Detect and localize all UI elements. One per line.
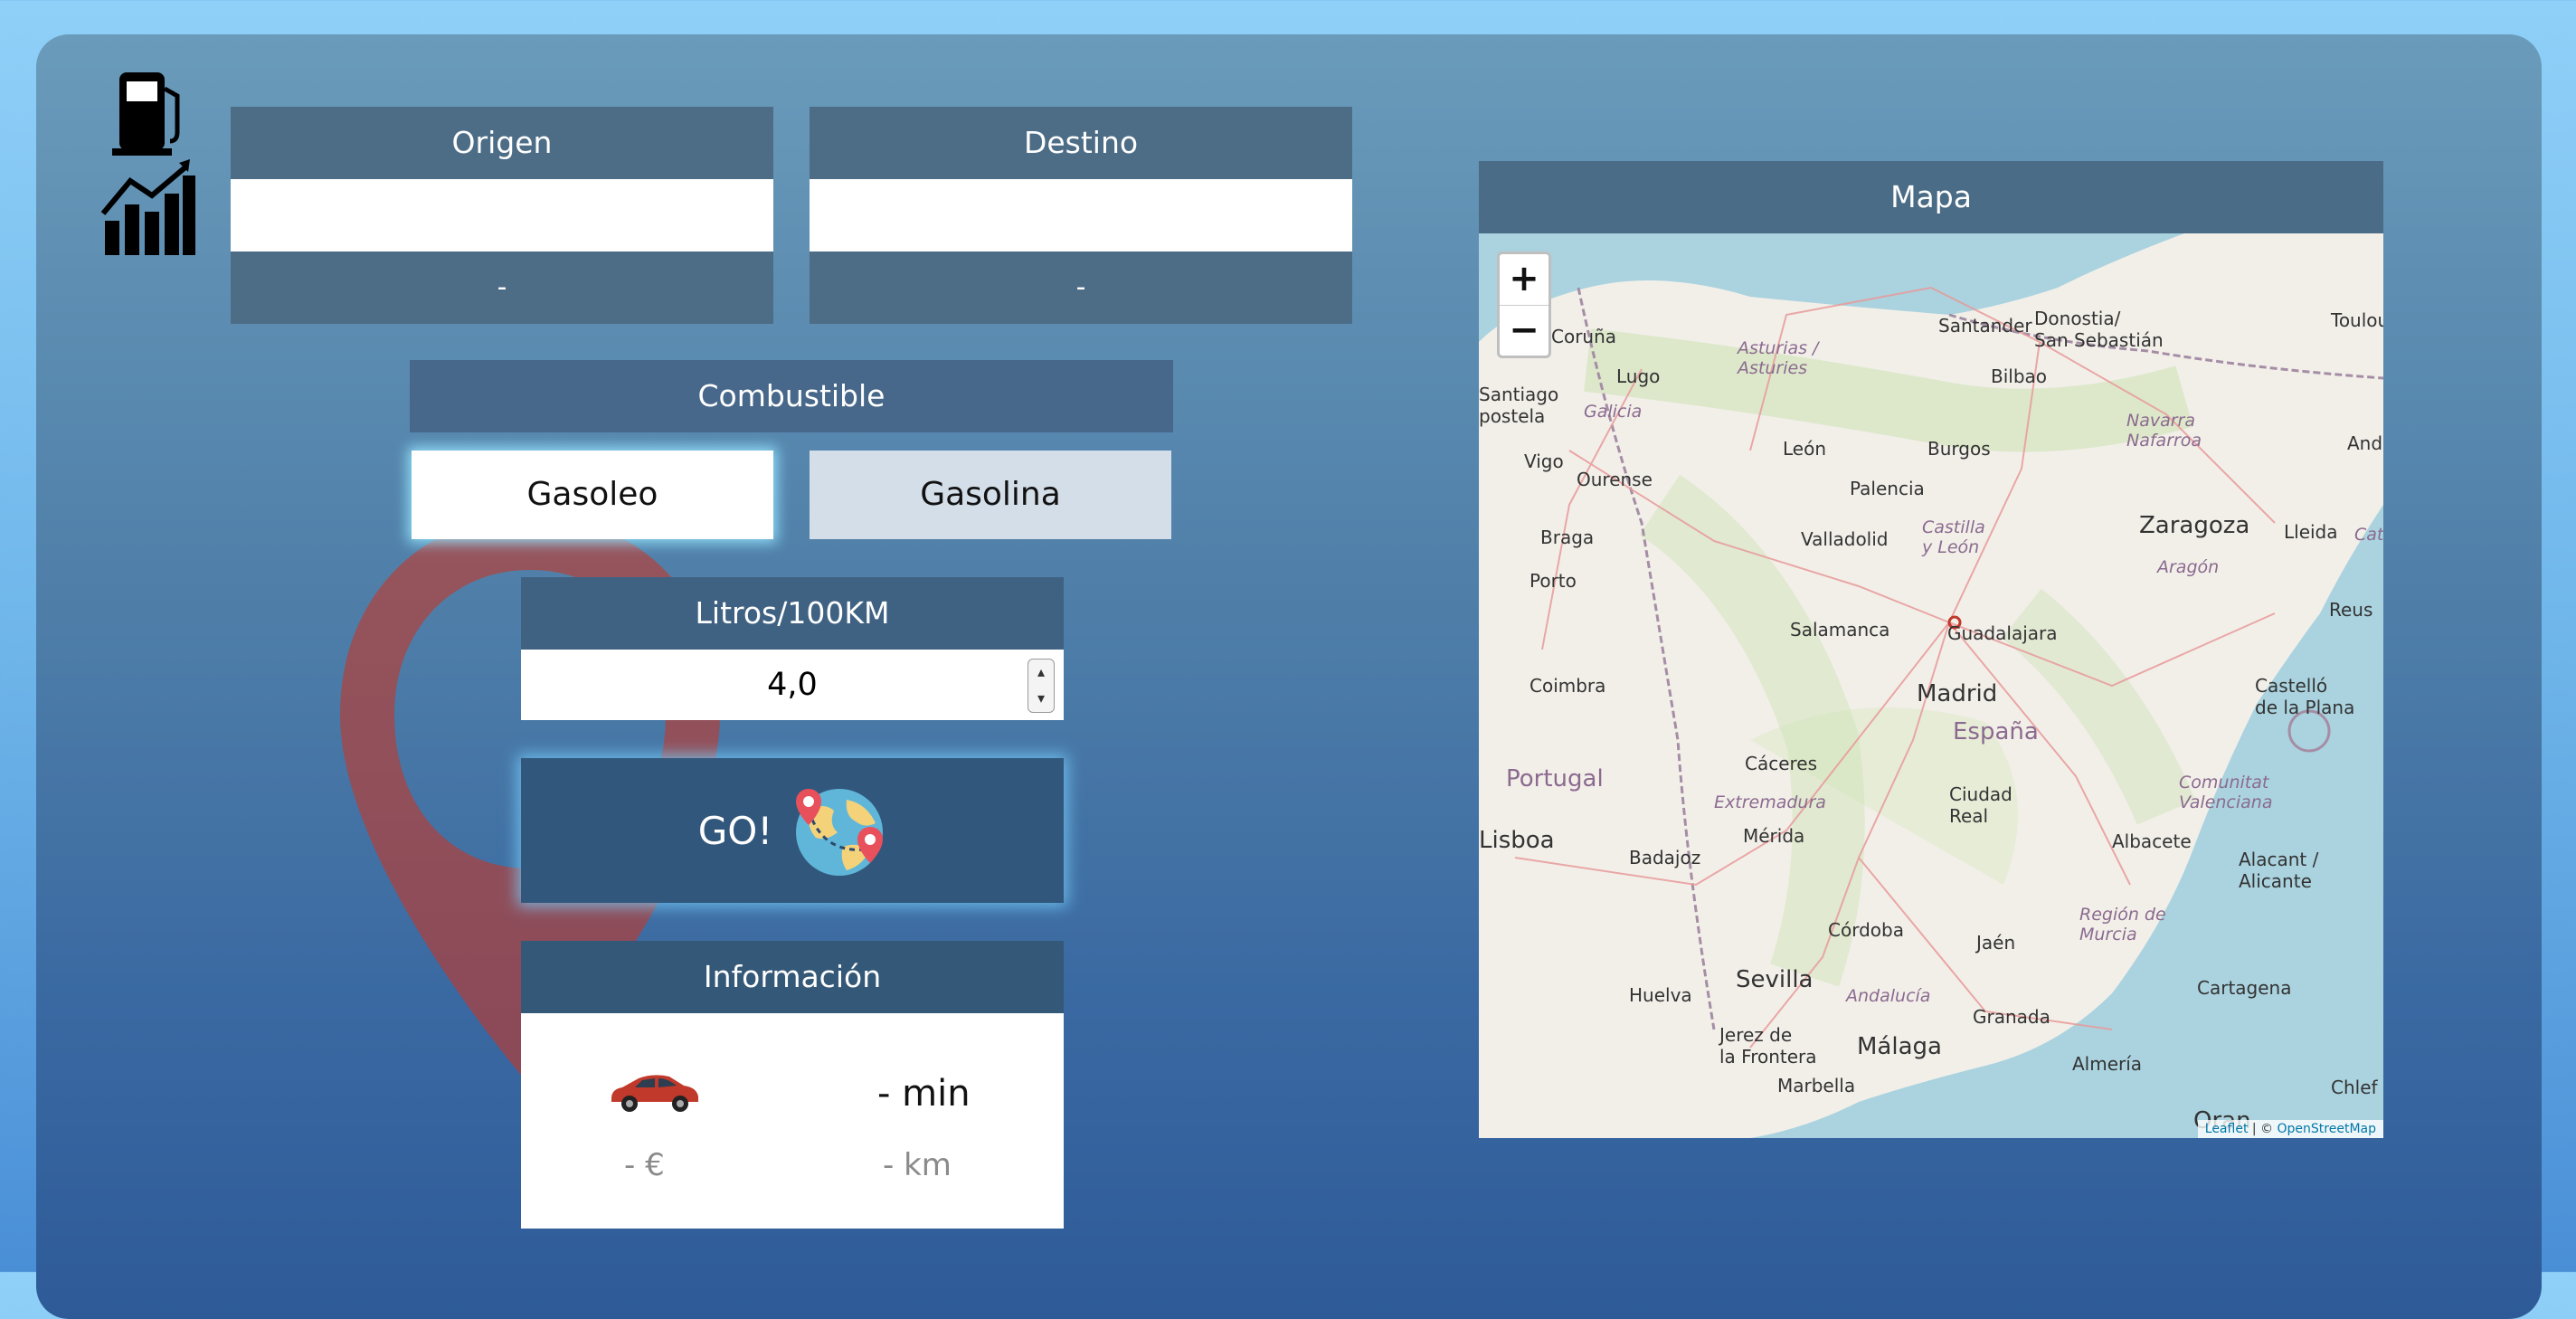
map-label: Palencia xyxy=(1850,478,1925,499)
map-label: Albacete xyxy=(2112,830,2192,852)
map-label: Zaragoza xyxy=(2139,512,2250,539)
map-label: Bilbao xyxy=(1991,365,2048,387)
map-label: Almería xyxy=(2072,1053,2143,1075)
map-label: Vigo xyxy=(1524,451,1564,472)
map-label: Asturias / Asturies xyxy=(1738,338,1819,378)
osm-link[interactable]: OpenStreetMap xyxy=(2278,1122,2376,1136)
map-label: Castelló de la Plana xyxy=(2255,675,2355,718)
zoom-control: + − xyxy=(1497,251,1551,358)
fuel-title: Combustible xyxy=(410,360,1173,432)
go-button-label: GO! xyxy=(697,808,773,853)
info-time: - min xyxy=(877,1073,971,1115)
map-label: España xyxy=(1953,718,2039,745)
map-label: Cartagena xyxy=(2197,977,2292,999)
map-label: Lleida xyxy=(2284,521,2338,543)
info-panel: Información - min - € - km xyxy=(521,941,1064,1229)
consumption-input[interactable]: 4,0 ▴ ▾ xyxy=(521,650,1064,720)
info-title: Información xyxy=(521,941,1064,1013)
map-label: Granada xyxy=(1973,1006,2050,1028)
leaflet-link[interactable]: Leaflet xyxy=(2205,1122,2249,1136)
map-label: Valladolid xyxy=(1801,528,1889,550)
map-label: Lisboa xyxy=(1479,827,1555,854)
map-label: Andalucía xyxy=(1846,986,1931,1006)
map-label: Málaga xyxy=(1857,1033,1942,1060)
fuel-panel: Combustible xyxy=(410,360,1173,432)
map-label: Reus xyxy=(2329,599,2373,621)
map-label: Castilla y León xyxy=(1922,517,1985,557)
map-label: Galicia xyxy=(1584,402,1643,422)
fuel-pump-icon xyxy=(100,72,195,255)
map-label: Ourense xyxy=(1577,469,1653,490)
map-label: Ciudad Real xyxy=(1949,783,2012,827)
map-label: Córdoba xyxy=(1828,919,1904,941)
destination-input[interactable] xyxy=(810,179,1352,251)
map-label: Huelva xyxy=(1629,984,1692,1006)
map-label: Salamanca xyxy=(1790,619,1890,641)
map-view[interactable]: Toulouse Santander Donostia/ San Sebasti… xyxy=(1479,233,2383,1138)
go-button[interactable]: GO! xyxy=(521,758,1064,903)
origin-panel: Origen - xyxy=(231,107,773,324)
map-label: Toulouse xyxy=(2331,309,2383,331)
info-distance: - km xyxy=(883,1147,952,1183)
map-label: Madrid xyxy=(1917,680,1998,707)
attribution-separator: | © xyxy=(2248,1122,2278,1136)
map-label: Jaén xyxy=(1976,932,2016,954)
map-label: Cata xyxy=(2354,525,2383,545)
map-label: Mérida xyxy=(1743,825,1805,847)
map-title: Mapa xyxy=(1479,161,2383,233)
map-attribution: Leaflet | © OpenStreetMap xyxy=(2197,1120,2383,1138)
map-label: Marbella xyxy=(1777,1075,1856,1096)
zoom-out-button[interactable]: − xyxy=(1500,306,1548,356)
stepper-up-icon[interactable]: ▴ xyxy=(1028,660,1054,686)
map-label: Coimbra xyxy=(1530,675,1606,697)
map-label: Sevilla xyxy=(1736,966,1814,993)
consumption-panel: Litros/100KM 4,0 ▴ ▾ xyxy=(521,577,1064,720)
map-label: Cáceres xyxy=(1745,753,1818,774)
origin-input[interactable] xyxy=(231,179,773,251)
map-label: Coruña xyxy=(1551,326,1617,347)
map-label: León xyxy=(1783,438,1827,460)
destination-result: - xyxy=(810,251,1352,324)
map-label: Portugal xyxy=(1506,765,1604,792)
map-label: Burgos xyxy=(1927,438,1991,460)
map-label: Donostia/ San Sebastián xyxy=(2034,308,2164,351)
origin-result: - xyxy=(231,251,773,324)
stepper-down-icon[interactable]: ▾ xyxy=(1028,686,1054,712)
map-label: Braga xyxy=(1540,527,1595,548)
destination-title: Destino xyxy=(810,107,1352,179)
map-label: Santander xyxy=(1938,315,2032,337)
map-label: Aragón xyxy=(2157,557,2220,577)
info-body: - min - € - km xyxy=(521,1013,1064,1229)
map-label: And xyxy=(2347,432,2383,454)
map-label: Alacant / Alicante xyxy=(2239,849,2319,892)
consumption-title: Litros/100KM xyxy=(521,577,1064,650)
fuel-option-gasoleo[interactable]: Gasoleo xyxy=(412,451,773,539)
map-label: Navarra Nafarroa xyxy=(2126,411,2202,451)
map-label: Región de Murcia xyxy=(2079,905,2166,944)
map-label: Guadalajara xyxy=(1947,622,2058,644)
consumption-value: 4,0 xyxy=(767,667,818,703)
map-label: Badajoz xyxy=(1629,847,1701,868)
map-label: Comunitat Valenciana xyxy=(2179,773,2273,812)
map-label: Lugo xyxy=(1616,365,1661,387)
map-label: Santiago postela xyxy=(1479,384,1559,427)
map-label: Extremadura xyxy=(1714,792,1826,812)
info-cost: - € xyxy=(624,1147,665,1183)
map-panel: Mapa Toulouse S xyxy=(1479,161,2383,1138)
destination-panel: Destino - xyxy=(810,107,1352,324)
map-label: Jerez de la Frontera xyxy=(1719,1024,1817,1068)
zoom-in-button[interactable]: + xyxy=(1500,254,1548,306)
consumption-stepper[interactable]: ▴ ▾ xyxy=(1028,659,1055,713)
map-label: Chlef xyxy=(2331,1077,2378,1098)
globe-route-icon xyxy=(796,789,884,876)
car-icon xyxy=(611,1075,698,1112)
map-label: Porto xyxy=(1530,570,1577,592)
origin-title: Origen xyxy=(231,107,773,179)
fuel-option-gasolina[interactable]: Gasolina xyxy=(810,451,1171,539)
